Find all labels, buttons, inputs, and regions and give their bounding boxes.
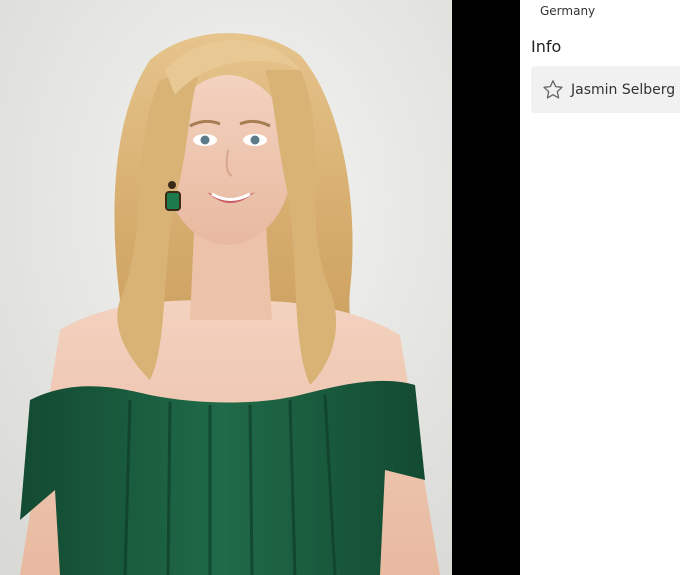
star-outline-icon[interactable]: [541, 78, 565, 102]
location-label: Germany: [540, 4, 596, 18]
person-chip[interactable]: Jasmin Selberg: [531, 66, 680, 113]
photo-viewer: [0, 0, 520, 575]
info-heading: Info: [531, 37, 562, 56]
portrait-photo: [0, 0, 452, 575]
info-panel: Germany Info Jasmin Selberg: [520, 0, 680, 575]
person-name: Jasmin Selberg: [571, 81, 676, 98]
